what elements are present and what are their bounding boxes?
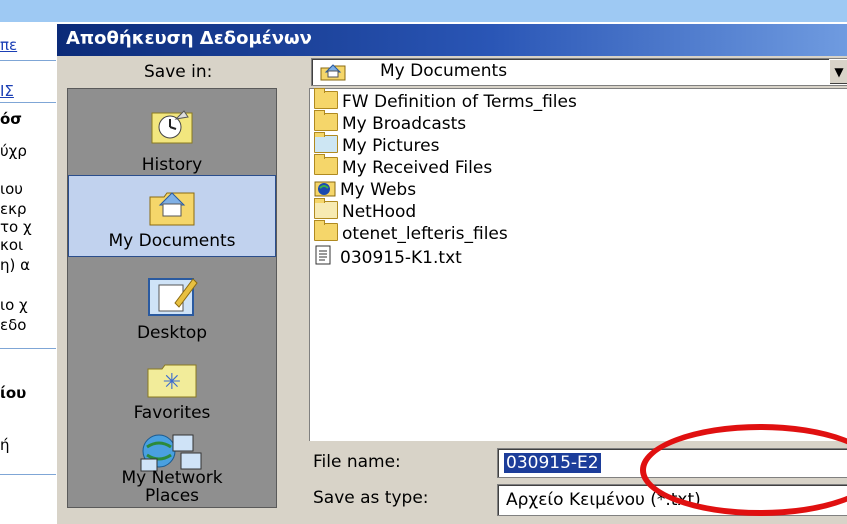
background-text: εδο	[0, 316, 27, 334]
save-in-combo[interactable]: My Documents ▼	[311, 58, 847, 86]
place-label: Desktop	[136, 323, 208, 343]
background-text: ύχρ	[0, 142, 27, 160]
desktop-icon	[145, 273, 199, 324]
background-text: ιου	[0, 180, 23, 198]
save-as-type-label: Save as type:	[313, 488, 429, 508]
background-link[interactable]: πε	[0, 36, 56, 54]
list-item[interactable]: FW Definition of Terms_files	[314, 88, 577, 113]
favorites-icon: ✳	[146, 359, 198, 404]
place-label: Favorites	[133, 403, 211, 423]
my-documents-small-icon	[320, 62, 346, 87]
webs-folder-icon	[314, 179, 336, 197]
save-in-label: Save in:	[144, 62, 213, 82]
dialog-title: Αποθήκευση Δεδομένων	[66, 28, 312, 49]
text-file-icon	[314, 245, 336, 265]
folder-icon	[314, 154, 338, 175]
list-item[interactable]: My Pictures	[314, 132, 439, 157]
my-documents-icon	[148, 185, 196, 232]
place-favorites[interactable]: ✳ Favorites	[68, 351, 276, 433]
place-label: My Network Places	[121, 468, 223, 506]
list-item[interactable]: My Received Files	[314, 154, 492, 179]
file-name-label: File name:	[313, 452, 401, 472]
places-bar: History My Documents Desktop ✳ Favorites…	[67, 88, 277, 508]
background-top-band	[0, 0, 847, 22]
folder-icon	[314, 198, 338, 219]
list-item[interactable]: My Webs	[314, 179, 416, 201]
history-icon	[148, 105, 196, 150]
list-item[interactable]: NetHood	[314, 198, 416, 223]
folder-icon	[314, 88, 338, 109]
background-text: εκρ	[0, 200, 27, 218]
background-text: ιο χ	[0, 296, 28, 314]
place-label: History	[141, 155, 203, 175]
place-desktop[interactable]: Desktop	[68, 265, 276, 347]
folder-icon	[314, 110, 338, 131]
save-in-value: My Documents	[380, 61, 508, 81]
svg-text:✳: ✳	[163, 370, 181, 395]
place-network-places[interactable]: My Network Places	[68, 427, 276, 507]
list-item[interactable]: My Broadcasts	[314, 110, 466, 135]
chevron-down-icon[interactable]: ▼	[829, 59, 847, 84]
background-text: ή	[0, 436, 10, 454]
place-my-documents[interactable]: My Documents	[68, 175, 276, 257]
list-item[interactable]: 030915-K1.txt	[314, 245, 462, 268]
background-text: κοι	[0, 236, 24, 254]
place-history[interactable]: History	[68, 103, 276, 185]
list-item[interactable]: otenet_lefteris_files	[314, 220, 508, 245]
background-text: όσ	[0, 110, 22, 128]
pictures-folder-icon	[314, 132, 338, 153]
folder-icon	[314, 220, 338, 241]
background-text: το χ	[0, 218, 32, 236]
background-link[interactable]: ΙΣ	[0, 82, 56, 100]
background-page: πε ΙΣ όσ ύχρ ιου εκρ το χ κοι η) α ιο χ …	[0, 22, 56, 524]
background-text: ίου	[0, 384, 27, 402]
file-name-value: 030915-E2	[504, 453, 601, 473]
file-list[interactable]: FW Definition of Terms_files My Broadcas…	[309, 88, 847, 441]
place-label: My Documents	[108, 231, 236, 251]
background-text: η) α	[0, 256, 31, 274]
